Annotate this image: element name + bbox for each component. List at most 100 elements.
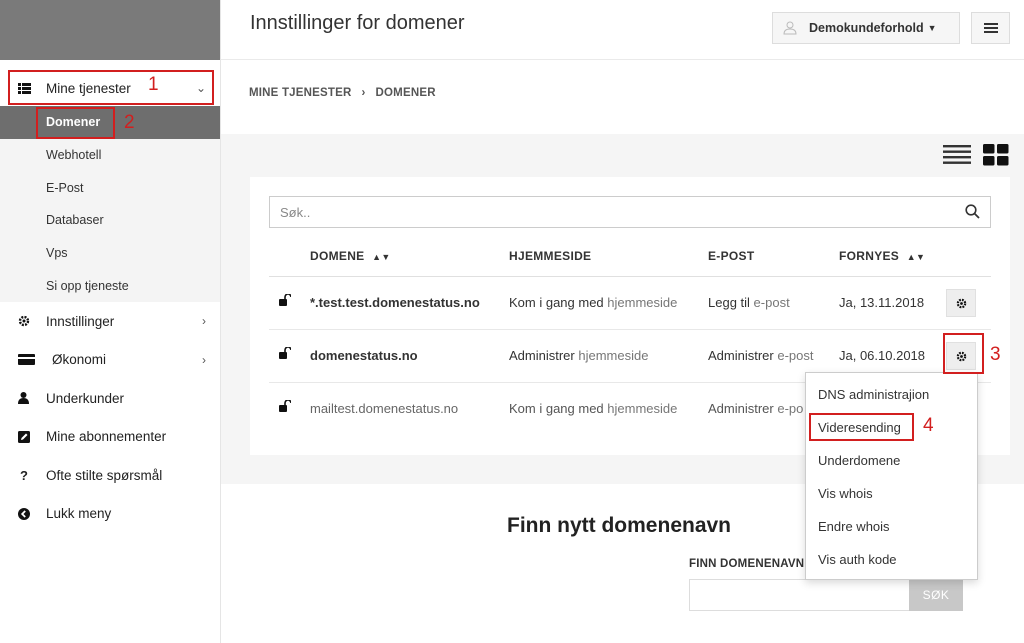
dropdown-item-dns[interactable]: DNS administrajion <box>806 378 977 411</box>
email-suffix: e-post <box>777 348 814 363</box>
menu-button[interactable] <box>971 12 1010 44</box>
breadcrumb-separator: › <box>361 87 366 99</box>
search-box <box>269 196 991 228</box>
list-view-icon[interactable] <box>943 144 971 166</box>
sidebar-item-label: Lukk meny <box>46 506 112 522</box>
th-fornyes[interactable]: FORNYES ▲▼ <box>839 249 925 263</box>
email-cell[interactable]: Administrer e-po <box>708 401 803 416</box>
website-action: Kom i gang med <box>509 401 604 416</box>
chevron-down-icon: ⌄ <box>195 81 206 95</box>
annotation-number-3: 3 <box>990 344 1001 365</box>
sidebar-item-faq[interactable]: ? Ofte stilte spørsmål <box>0 456 220 495</box>
question-icon: ? <box>20 467 28 483</box>
sidebar-sub-item-epost[interactable]: E-Post <box>0 171 220 204</box>
search-icon[interactable] <box>965 204 980 219</box>
circle-chevron-left-icon <box>18 507 46 520</box>
website-suffix: hjemmeside <box>607 401 678 416</box>
breadcrumb-current: DOMENER <box>375 87 436 99</box>
sidebar-item-mine-tjenester[interactable]: Mine tjenester ⌄ <box>0 70 220 106</box>
sidebar-sub-item-si-opp[interactable]: Si opp tjeneste <box>0 269 220 302</box>
sidebar-sub-item-webhotell[interactable]: Webhotell <box>0 139 220 172</box>
sidebar-item-label: Ofte stilte spørsmål <box>46 467 163 483</box>
find-domain-label: FINN DOMENENAVN <box>689 558 805 570</box>
hamburger-icon <box>983 23 998 33</box>
th-label: DOMENE <box>310 249 365 263</box>
dropdown-item-auth-kode[interactable]: Vis auth kode <box>806 543 977 576</box>
annotation-number-2: 2 <box>124 112 135 133</box>
dropdown-item-endre-whois[interactable]: Endre whois <box>806 510 977 543</box>
top-header: Innstillinger for domener Demokundeforho… <box>221 0 1024 60</box>
find-domain-title: Finn nytt domenenavn <box>507 514 732 537</box>
edit-icon <box>18 430 46 443</box>
sidebar-item-label: Innstillinger <box>46 313 115 329</box>
sidebar-sub-item-databaser[interactable]: Databaser <box>0 204 220 237</box>
list-icon <box>18 82 46 94</box>
sidebar-item-lukk-meny[interactable]: Lukk meny <box>0 495 220 534</box>
th-epost: E-POST <box>708 249 755 263</box>
account-dropdown-button[interactable]: Demokundeforhold ▼ <box>772 12 960 44</box>
domain-name[interactable]: mailtest.domenestatus.no <box>310 401 458 416</box>
row-settings-button[interactable] <box>946 289 976 317</box>
email-suffix: e-post <box>753 295 790 310</box>
table-header: DOMENE ▲▼ HJEMMESIDE E-POST FORNYES ▲▼ <box>269 239 991 277</box>
gear-icon <box>18 315 46 327</box>
renew-date: Ja, 06.10.2018 <box>839 348 926 363</box>
dropdown-item-vis-whois[interactable]: Vis whois <box>806 477 977 510</box>
sidebar-item-okonomi[interactable]: Økonomi › <box>0 341 220 380</box>
sidebar-item-innstillinger[interactable]: Innstillinger › <box>0 302 220 341</box>
breadcrumb-bar: MINE TJENESTER › DOMENER <box>221 60 1024 134</box>
website-cell[interactable]: Kom i gang med hjemmeside <box>509 401 677 416</box>
find-domain-input[interactable] <box>689 579 911 611</box>
sort-icon: ▲▼ <box>372 252 391 262</box>
sidebar-item-label: Mine tjenester <box>46 80 131 96</box>
table-row: *.test.test.domenestatus.no Kom i gang m… <box>269 277 991 330</box>
find-domain-button[interactable]: SØK <box>909 579 963 611</box>
sidebar-item-underkunder[interactable]: Underkunder <box>0 379 220 418</box>
sidebar-sub-item-vps[interactable]: Vps <box>0 237 220 270</box>
sidebar: Mine tjenester ⌄ Domener Webhotell E-Pos… <box>0 0 221 643</box>
chevron-right-icon: › <box>202 352 206 367</box>
domain-name[interactable]: *.test.test.domenestatus.no <box>310 295 480 310</box>
grid-view-icon[interactable] <box>983 144 1009 166</box>
sidebar-sub-item-domener[interactable]: Domener <box>0 106 220 139</box>
sidebar-sub-list: Domener Webhotell E-Post Databaser Vps S… <box>0 106 220 303</box>
page-title: Innstillinger for domener <box>250 12 465 34</box>
gear-icon <box>956 351 967 362</box>
sort-icon: ▲▼ <box>906 252 926 262</box>
account-name: Demokundeforhold <box>809 21 924 35</box>
view-toggles <box>943 144 1009 166</box>
email-action: Legg til <box>708 295 750 310</box>
breadcrumb: MINE TJENESTER › DOMENER <box>249 87 436 99</box>
caret-down-icon: ▼ <box>927 23 937 33</box>
unlock-icon <box>279 294 291 306</box>
sidebar-item-abonnementer[interactable]: Mine abonnementer <box>0 418 220 457</box>
dropdown-item-videresending[interactable]: Videresending <box>806 411 977 444</box>
renew-date: Ja, 13.11.2018 <box>839 295 925 310</box>
th-domene[interactable]: DOMENE ▲▼ <box>310 249 391 263</box>
domain-name[interactable]: domenestatus.no <box>310 348 418 363</box>
website-cell[interactable]: Administrer hjemmeside <box>509 348 648 363</box>
th-label: FORNYES <box>839 249 900 263</box>
row-settings-button[interactable] <box>946 342 976 370</box>
dropdown-item-underdomene[interactable]: Underdomene <box>806 444 977 477</box>
website-suffix: hjemmeside <box>578 348 649 363</box>
email-cell[interactable]: Administrer e-post <box>708 348 814 363</box>
email-cell[interactable]: Legg til e-post <box>708 295 790 310</box>
sidebar-item-label: Underkunder <box>46 390 125 406</box>
th-hjemmeside: HJEMMESIDE <box>509 249 592 263</box>
breadcrumb-root[interactable]: MINE TJENESTER <box>249 87 351 99</box>
website-action: Administrer <box>509 348 575 363</box>
email-suffix: e-po <box>777 401 804 416</box>
sidebar-item-label: Mine abonnementer <box>46 429 167 445</box>
annotation-number-4: 4 <box>923 415 934 436</box>
credit-card-icon <box>18 354 46 366</box>
website-action: Kom i gang med <box>509 295 604 310</box>
sidebar-logo-area <box>0 0 220 60</box>
search-input[interactable] <box>270 197 950 227</box>
unlock-icon <box>279 400 291 412</box>
annotation-number-1: 1 <box>148 74 159 95</box>
unlock-icon <box>279 347 291 359</box>
website-cell[interactable]: Kom i gang med hjemmeside <box>509 295 677 310</box>
user-icon <box>18 392 46 405</box>
chevron-right-icon: › <box>202 314 206 329</box>
